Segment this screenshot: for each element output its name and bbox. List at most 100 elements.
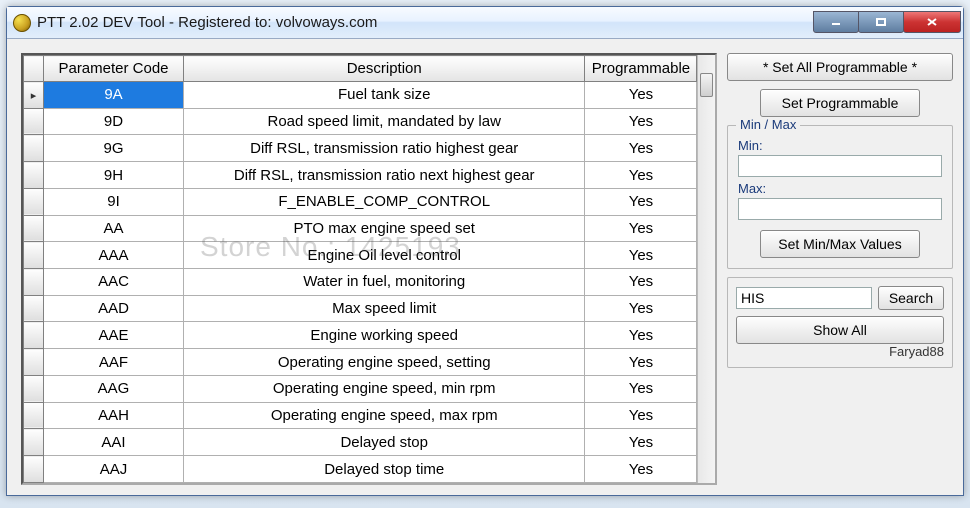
- parameter-grid[interactable]: Parameter Code Description Programmable …: [21, 53, 717, 485]
- cell-code[interactable]: 9G: [44, 135, 184, 162]
- cell-desc[interactable]: Engine Oil level control: [184, 242, 585, 269]
- cell-code[interactable]: AAI: [44, 429, 184, 456]
- row-header[interactable]: [24, 429, 44, 456]
- cell-prog[interactable]: Yes: [585, 456, 697, 483]
- cell-prog[interactable]: Yes: [585, 82, 697, 109]
- cell-code[interactable]: AAG: [44, 375, 184, 402]
- cell-code[interactable]: AAD: [44, 295, 184, 322]
- cell-code[interactable]: 9I: [44, 188, 184, 215]
- row-header[interactable]: [24, 135, 44, 162]
- cell-prog[interactable]: Yes: [585, 242, 697, 269]
- row-header[interactable]: [24, 82, 44, 109]
- cell-code[interactable]: AAJ: [44, 456, 184, 483]
- cell-prog[interactable]: Yes: [585, 162, 697, 189]
- main-window: PTT 2.02 DEV Tool - Registered to: volvo…: [6, 6, 964, 496]
- scrollbar-thumb[interactable]: [700, 73, 713, 97]
- table-row[interactable]: AAPTO max engine speed setYes: [24, 215, 697, 242]
- author-credit: Faryad88: [736, 344, 944, 359]
- table-row[interactable]: AAHOperating engine speed, max rpmYes: [24, 402, 697, 429]
- table-row[interactable]: 9IF_ENABLE_COMP_CONTROLYes: [24, 188, 697, 215]
- cell-code[interactable]: 9A: [44, 82, 184, 109]
- table-row[interactable]: AAIDelayed stopYes: [24, 429, 697, 456]
- set-all-programmable-button[interactable]: * Set All Programmable *: [727, 53, 953, 81]
- max-label: Max:: [738, 181, 942, 196]
- search-button[interactable]: Search: [878, 286, 944, 310]
- cell-prog[interactable]: Yes: [585, 429, 697, 456]
- row-header[interactable]: [24, 295, 44, 322]
- table-row[interactable]: AAAEngine Oil level controlYes: [24, 242, 697, 269]
- set-minmax-button[interactable]: Set Min/Max Values: [760, 230, 920, 258]
- grid-scrollbar[interactable]: [697, 55, 715, 483]
- min-input[interactable]: [738, 155, 942, 177]
- cell-desc[interactable]: Diff RSL, transmission ratio next highes…: [184, 162, 585, 189]
- cell-prog[interactable]: Yes: [585, 402, 697, 429]
- cell-desc[interactable]: Delayed stop time: [184, 456, 585, 483]
- maximize-button[interactable]: [858, 11, 904, 33]
- cell-desc[interactable]: Water in fuel, monitoring: [184, 269, 585, 296]
- window-title: PTT 2.02 DEV Tool - Registered to: volvo…: [37, 14, 814, 31]
- cell-desc[interactable]: Diff RSL, transmission ratio highest gea…: [184, 135, 585, 162]
- search-input[interactable]: [736, 287, 872, 309]
- table-row[interactable]: 9DRoad speed limit, mandated by lawYes: [24, 108, 697, 135]
- row-header[interactable]: [24, 402, 44, 429]
- col-header-desc[interactable]: Description: [184, 56, 585, 82]
- parameter-table[interactable]: Parameter Code Description Programmable …: [23, 55, 697, 483]
- cell-desc[interactable]: F_ENABLE_COMP_CONTROL: [184, 188, 585, 215]
- table-row[interactable]: AAJDelayed stop timeYes: [24, 456, 697, 483]
- titlebar[interactable]: PTT 2.02 DEV Tool - Registered to: volvo…: [7, 7, 963, 39]
- cell-prog[interactable]: Yes: [585, 188, 697, 215]
- cell-prog[interactable]: Yes: [585, 108, 697, 135]
- minimize-button[interactable]: [813, 11, 859, 33]
- app-icon: [13, 14, 31, 32]
- table-row[interactable]: AACWater in fuel, monitoringYes: [24, 269, 697, 296]
- cell-prog[interactable]: Yes: [585, 269, 697, 296]
- cell-desc[interactable]: Operating engine speed, max rpm: [184, 402, 585, 429]
- row-header[interactable]: [24, 215, 44, 242]
- cell-desc[interactable]: Road speed limit, mandated by law: [184, 108, 585, 135]
- cell-desc[interactable]: Max speed limit: [184, 295, 585, 322]
- cell-code[interactable]: AAF: [44, 349, 184, 376]
- set-programmable-button[interactable]: Set Programmable: [760, 89, 920, 117]
- row-header[interactable]: [24, 188, 44, 215]
- row-header[interactable]: [24, 269, 44, 296]
- cell-code[interactable]: AAE: [44, 322, 184, 349]
- cell-prog[interactable]: Yes: [585, 375, 697, 402]
- col-header-prog[interactable]: Programmable: [585, 56, 697, 82]
- minmax-group: Min / Max Min: Max: Set Min/Max Values: [727, 125, 953, 269]
- col-header-code[interactable]: Parameter Code: [44, 56, 184, 82]
- cell-desc[interactable]: Operating engine speed, setting: [184, 349, 585, 376]
- table-row[interactable]: AAEEngine working speedYes: [24, 322, 697, 349]
- row-header[interactable]: [24, 162, 44, 189]
- row-header[interactable]: [24, 322, 44, 349]
- cell-code[interactable]: 9D: [44, 108, 184, 135]
- cell-code[interactable]: AAC: [44, 269, 184, 296]
- cell-code[interactable]: AAA: [44, 242, 184, 269]
- cell-code[interactable]: 9H: [44, 162, 184, 189]
- row-header[interactable]: [24, 242, 44, 269]
- row-header[interactable]: [24, 456, 44, 483]
- cell-prog[interactable]: Yes: [585, 215, 697, 242]
- table-row[interactable]: AAGOperating engine speed, min rpmYes: [24, 375, 697, 402]
- row-header[interactable]: [24, 349, 44, 376]
- cell-prog[interactable]: Yes: [585, 295, 697, 322]
- cell-desc[interactable]: Operating engine speed, min rpm: [184, 375, 585, 402]
- cell-prog[interactable]: Yes: [585, 135, 697, 162]
- cell-desc[interactable]: PTO max engine speed set: [184, 215, 585, 242]
- close-button[interactable]: [903, 11, 961, 33]
- table-row[interactable]: 9HDiff RSL, transmission ratio next high…: [24, 162, 697, 189]
- row-header[interactable]: [24, 375, 44, 402]
- cell-desc[interactable]: Engine working speed: [184, 322, 585, 349]
- table-row[interactable]: 9AFuel tank sizeYes: [24, 82, 697, 109]
- cell-code[interactable]: AA: [44, 215, 184, 242]
- max-input[interactable]: [738, 198, 942, 220]
- table-row[interactable]: AAFOperating engine speed, settingYes: [24, 349, 697, 376]
- row-header[interactable]: [24, 108, 44, 135]
- cell-desc[interactable]: Fuel tank size: [184, 82, 585, 109]
- table-row[interactable]: AADMax speed limitYes: [24, 295, 697, 322]
- cell-code[interactable]: AAH: [44, 402, 184, 429]
- cell-desc[interactable]: Delayed stop: [184, 429, 585, 456]
- show-all-button[interactable]: Show All: [736, 316, 944, 344]
- table-row[interactable]: 9GDiff RSL, transmission ratio highest g…: [24, 135, 697, 162]
- cell-prog[interactable]: Yes: [585, 349, 697, 376]
- cell-prog[interactable]: Yes: [585, 322, 697, 349]
